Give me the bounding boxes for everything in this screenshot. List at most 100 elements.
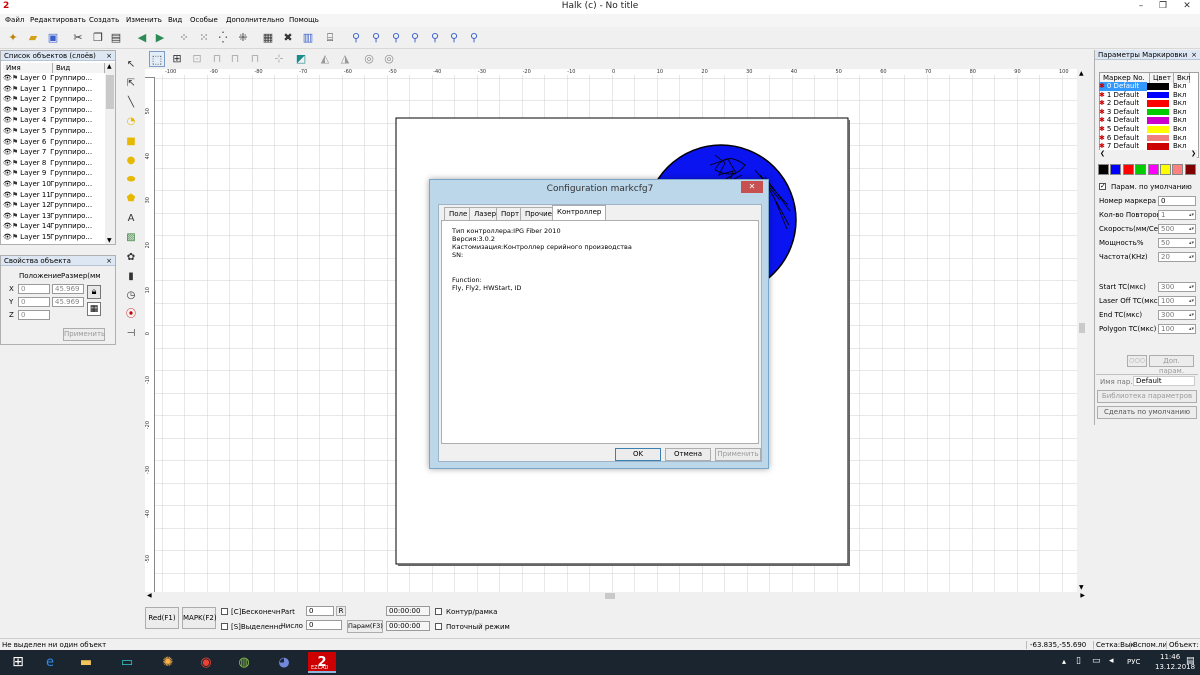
polygon-tool-icon[interactable]: ⬟ [124, 192, 138, 206]
apply-button[interactable]: Применить [715, 448, 761, 461]
chrome-icon[interactable]: ◉ [192, 652, 220, 673]
tool-settings-icon[interactable]: ✖ [280, 30, 296, 46]
param-name-input[interactable]: Default [1133, 376, 1195, 386]
spinner-icon[interactable]: ▴▾ [1189, 283, 1194, 291]
node-edit-icon[interactable]: ⁘ [176, 30, 192, 46]
visible-eye-icon[interactable]: 👁︎ [3, 233, 12, 241]
group-select-icon[interactable]: ⊡ [189, 51, 205, 67]
close-button[interactable]: ✕ [1176, 0, 1198, 14]
monitor-app-icon[interactable]: ▭ [113, 652, 141, 673]
param-button[interactable]: Парам(F3) [347, 620, 383, 633]
display-icon[interactable]: ▭ [1092, 656, 1101, 666]
marker-enabled[interactable]: Вкл [1173, 125, 1187, 134]
clock-tool-icon[interactable]: ◷ [124, 289, 138, 303]
close-icon[interactable]: × [106, 256, 112, 266]
marker-color-swatch[interactable] [1147, 143, 1169, 150]
ok-button[interactable]: OK [615, 448, 661, 461]
visible-eye-icon[interactable]: 👁︎ [3, 95, 12, 103]
cancel-button[interactable]: Отмена [665, 448, 711, 461]
visible-eye-icon[interactable]: 👁︎ [3, 74, 12, 82]
visible-eye-icon[interactable]: 👁︎ [3, 116, 12, 124]
param-input[interactable]: 100 ▴▾ [1158, 324, 1196, 334]
table-row[interactable]: 👁︎⚑ Layer 15Группиро... [3, 232, 92, 243]
visible-eye-icon[interactable]: 👁︎ [3, 201, 12, 209]
extension-icon[interactable]: ⌸ [322, 30, 338, 46]
column-type[interactable]: Вид [53, 63, 105, 73]
zoom-fit-icon[interactable]: ⚲ [407, 30, 423, 46]
lock-icon[interactable]: ⊓ [209, 51, 225, 67]
anchor-grid-icon[interactable]: ▦ [87, 302, 101, 316]
rectangle-tool-icon[interactable]: ■ [124, 135, 138, 149]
color-fill-icon[interactable]: ◩ [293, 51, 309, 67]
height-input[interactable]: 45.969 [52, 297, 84, 307]
maximize-button[interactable]: ❐ [1152, 0, 1174, 14]
palette-color-swatch[interactable] [1135, 164, 1147, 175]
scrollbar-thumb[interactable] [106, 75, 114, 109]
make-default-button[interactable]: Сделать по умолчанию [1097, 406, 1197, 419]
io-port-icon[interactable]: ⦿ [124, 308, 138, 322]
table-row[interactable]: 👁︎⚑ Layer 8 Группиро... [3, 158, 92, 169]
zoom-all-icon[interactable]: ⚲ [427, 30, 443, 46]
marker-enabled[interactable]: Вкл [1173, 91, 1187, 100]
infinite-checkbox[interactable] [221, 608, 228, 615]
menu-special[interactable]: Особые [190, 16, 218, 24]
close-icon[interactable]: × [106, 51, 112, 61]
visible-eye-icon[interactable]: 👁︎ [3, 212, 12, 220]
align-icon[interactable]: ⊹ [271, 51, 287, 67]
param-input[interactable]: 50 ▴▾ [1158, 238, 1196, 248]
part-input[interactable]: 0 [306, 606, 334, 616]
marker-color-swatch[interactable] [1147, 117, 1169, 124]
open-folder-icon[interactable]: ▰ [25, 30, 41, 46]
tray-arrow-icon[interactable]: ▴ [1062, 657, 1066, 666]
scroll-down-icon[interactable]: ▼ [1079, 584, 1084, 591]
pointer-icon[interactable]: ↖ [124, 58, 138, 72]
spinner-icon[interactable]: ▴▾ [1189, 311, 1194, 319]
clock-time[interactable]: 11:46 [1160, 653, 1180, 661]
red-light-button[interactable]: Red(F1) [145, 607, 179, 629]
menu-help[interactable]: Помощь [289, 16, 319, 24]
mark-button[interactable]: MAPK(F2) [182, 607, 217, 629]
table-row[interactable]: 👁︎⚑ Layer 5 Группиро... [3, 126, 92, 137]
vector-file-icon[interactable]: ✿ [124, 251, 138, 265]
image-tool-icon[interactable]: ▨ [124, 231, 138, 245]
pinwheel-app-icon[interactable]: ✺ [154, 652, 182, 673]
tab-controller[interactable]: Контроллер [552, 205, 607, 220]
discord-icon[interactable]: ◕ [270, 652, 298, 673]
copy-icon[interactable]: ❐ [90, 30, 106, 46]
barcode-tool-icon[interactable]: ▮ [124, 270, 138, 284]
marker-color-swatch[interactable] [1147, 108, 1169, 116]
circle-tool-icon[interactable]: ● [124, 154, 138, 168]
menu-view[interactable]: Вид [168, 16, 182, 24]
visible-eye-icon[interactable]: 👁︎ [3, 85, 12, 93]
start-icon[interactable]: ⊞ [4, 652, 32, 673]
close-icon[interactable]: × [1191, 50, 1197, 60]
selected-checkbox[interactable] [221, 623, 228, 630]
parameters-icon[interactable]: ▥ [300, 30, 316, 46]
marker-color-swatch[interactable] [1147, 83, 1169, 90]
marker-row[interactable]: ✱ 0 Default [1099, 82, 1147, 91]
save-icon[interactable]: ▣ [45, 30, 61, 46]
palette-color-swatch[interactable] [1098, 164, 1109, 175]
visible-eye-icon[interactable]: 👁︎ [3, 169, 12, 177]
table-row[interactable]: 👁︎⚑ Layer 14Группиро... [3, 221, 92, 232]
marker-list-hscroll[interactable]: ❮ ❯ [1099, 150, 1197, 158]
menu-edit[interactable]: Редактировать [30, 16, 86, 24]
marker-color-swatch[interactable] [1147, 126, 1169, 133]
spinner-icon[interactable]: ▴▾ [1189, 297, 1194, 305]
table-row[interactable]: 👁︎⚑ Layer 11Группиро... [3, 190, 92, 201]
unlock-icon[interactable]: ⊓ [247, 51, 263, 67]
curve-tool-icon[interactable]: ◔ [124, 115, 138, 129]
visible-eye-icon[interactable]: 👁︎ [3, 106, 12, 114]
spinner-icon[interactable]: ▴▾ [1189, 239, 1194, 247]
spinner-icon[interactable]: ▴▾ [1189, 211, 1194, 219]
param-input[interactable]: 500 ▴▾ [1158, 224, 1196, 234]
marker-enabled[interactable]: Вкл [1173, 116, 1187, 125]
reset-button[interactable]: R [336, 606, 346, 616]
column-name[interactable]: Имя [3, 63, 53, 73]
invert-select-icon[interactable]: ⊞ [169, 51, 185, 67]
param-input[interactable]: 300 ▴▾ [1158, 282, 1196, 292]
menu-modify[interactable]: Изменить [126, 16, 162, 24]
lock-all-icon[interactable]: ⊓ [227, 51, 243, 67]
ellipse-tool-icon[interactable]: ⬬ [124, 173, 138, 187]
marker-enabled[interactable]: Вкл [1173, 82, 1187, 91]
